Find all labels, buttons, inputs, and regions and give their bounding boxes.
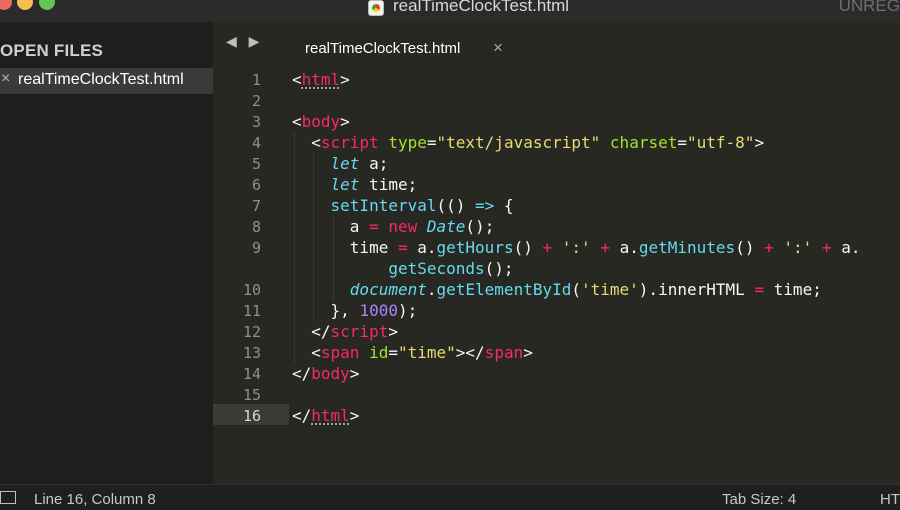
line-number: 9 (251, 239, 261, 257)
line-number: 1 (251, 71, 261, 89)
code-editor[interactable]: 1 2 3 4 5 6 7 8 9 10 11 12 13 14 15 16 <… (213, 70, 900, 484)
code-line: </script> (311, 322, 398, 341)
code-line: let time; (330, 175, 418, 194)
sidebar-file-name: realTimeClockTest.html (18, 71, 184, 88)
tab-nav-arrows-icon[interactable]: ◀ ▶ (226, 33, 263, 50)
cursor-position: Line 16, Column 8 (34, 491, 156, 508)
code-line: <script type="text/javascript" charset="… (311, 133, 765, 152)
line-number: 6 (251, 176, 261, 194)
code-line: getSeconds(); (388, 259, 514, 278)
open-files-heading: OPEN FILES (0, 41, 104, 60)
panel-toggle-icon[interactable] (0, 491, 16, 504)
code-line: let a; (330, 154, 389, 173)
tab-label: realTimeClockTest.html (305, 40, 461, 57)
code-line: setInterval(() => { (330, 196, 514, 215)
syntax-selector[interactable]: HTML (880, 491, 900, 508)
status-bar: Line 16, Column 8 Tab Size: 4 HTML (0, 484, 900, 510)
line-number: 8 (251, 218, 261, 236)
line-number: 2 (251, 92, 261, 110)
line-number: 12 (242, 323, 261, 341)
document-icon (368, 0, 384, 16)
sidebar-file-item[interactable]: × realTimeClockTest.html (0, 68, 213, 94)
code-line: time = a.getHours() + ':' + a.getMinutes… (349, 238, 861, 257)
code-line: </body> (292, 364, 360, 383)
line-number: 3 (251, 113, 261, 131)
line-number: 4 (251, 134, 261, 152)
unregistered-label: UNREG (838, 0, 900, 15)
code-line: document.getElementById('time').innerHTM… (349, 280, 822, 299)
close-icon[interactable]: × (1, 70, 10, 88)
line-number: 7 (251, 197, 261, 215)
line-number: 10 (242, 281, 261, 299)
window-title: realTimeClockTest.html (393, 0, 570, 15)
code-line: <html> (292, 70, 350, 89)
code-line-current: </html> (292, 406, 360, 425)
code-line: <span id="time"></span> (311, 343, 533, 362)
minimize-window-button[interactable] (17, 0, 33, 10)
tab-close-icon[interactable]: × (493, 38, 503, 58)
tab-realtimeclocktest[interactable]: realTimeClockTest.html × (276, 30, 540, 70)
code-line: }, 1000); (330, 301, 418, 320)
code-line: a = new Date(); (349, 217, 495, 236)
line-number: 5 (251, 155, 261, 173)
line-number: 11 (242, 302, 261, 320)
line-number: 15 (242, 386, 261, 404)
title-bar: realTimeClockTest.html UNREG (0, 0, 900, 22)
code-line: <body> (292, 112, 350, 131)
line-number-current: 16 (242, 407, 261, 425)
close-window-button[interactable] (0, 0, 12, 10)
tab-size-selector[interactable]: Tab Size: 4 (722, 491, 796, 508)
tab-bar: ◀ ▶ realTimeClockTest.html × (213, 22, 900, 70)
line-number: 14 (242, 365, 261, 383)
sidebar: OPEN FILES × realTimeClockTest.html (0, 22, 213, 484)
zoom-window-button[interactable] (39, 0, 55, 10)
line-number: 13 (242, 344, 261, 362)
